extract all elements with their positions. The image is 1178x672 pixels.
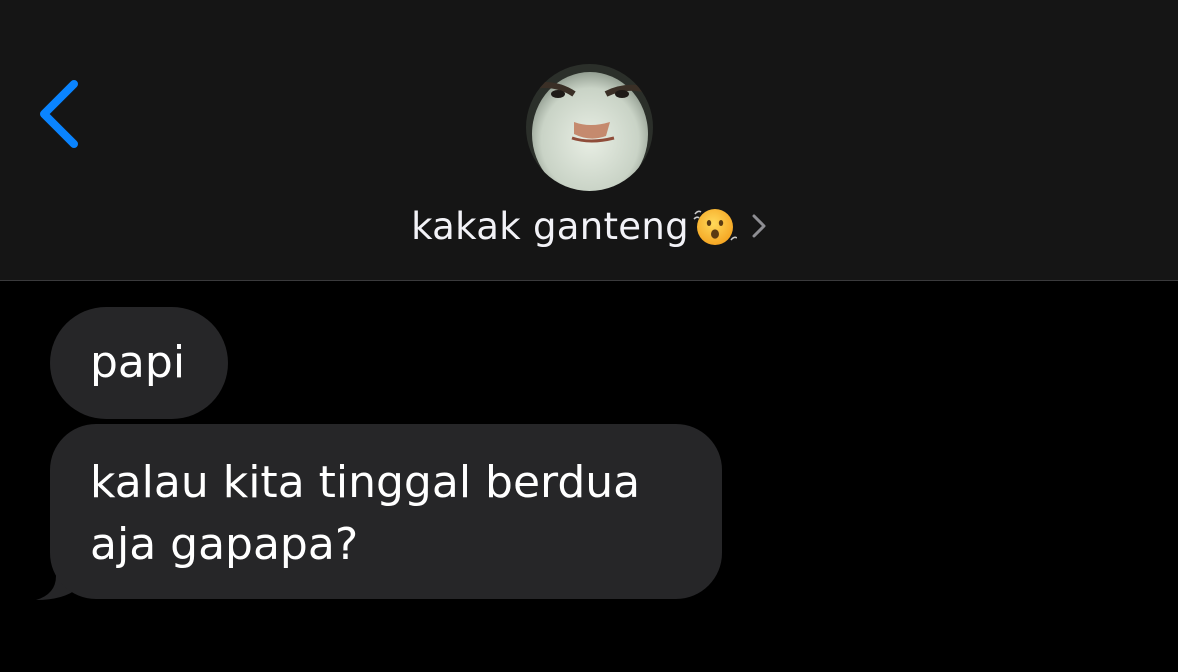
message-text: kalau kita tinggal berdua aja gapapa? xyxy=(90,457,641,570)
contact-avatar[interactable] xyxy=(526,64,653,191)
chevron-right-icon xyxy=(751,213,767,239)
avatar-photo xyxy=(526,64,653,191)
face-with-open-mouth-emoji-icon xyxy=(693,204,738,248)
chevron-left-icon xyxy=(40,80,78,148)
conversation-header: kakak ganteng xyxy=(0,0,1178,281)
contact-name: kakak ganteng xyxy=(411,204,689,248)
contact-info-button[interactable]: kakak ganteng xyxy=(0,196,1178,256)
message-text: papi xyxy=(90,337,186,388)
message-bubble-incoming[interactable]: kalau kita tinggal berdua aja gapapa? xyxy=(50,424,722,599)
back-button[interactable] xyxy=(30,76,90,152)
message-bubble-incoming[interactable]: papi xyxy=(50,307,228,419)
